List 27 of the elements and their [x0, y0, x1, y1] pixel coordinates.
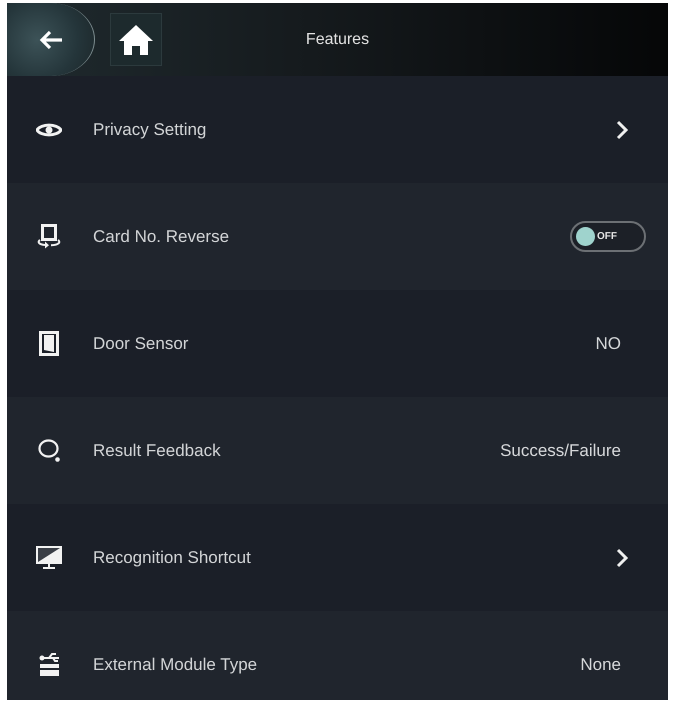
square-rotate-arrow-icon — [36, 224, 62, 249]
chevron-right-icon — [616, 548, 628, 568]
setting-label: Privacy Setting — [93, 120, 208, 140]
setting-label: Door Sensor — [93, 334, 190, 354]
toggle-knob-icon — [576, 227, 595, 246]
setting-label: Card No. Reverse — [93, 226, 230, 246]
usb-icon — [38, 652, 60, 677]
circle-dot-icon — [38, 439, 60, 462]
settings-row[interactable]: Card No. Reverse OFF — [7, 183, 668, 290]
back-button[interactable] — [7, 3, 95, 76]
chevron-right-icon — [616, 120, 628, 140]
home-icon — [118, 24, 154, 56]
page-title: Features — [306, 30, 370, 48]
toggle-switch[interactable]: OFF — [570, 221, 646, 252]
setting-value: Success/Failure — [500, 440, 621, 460]
settings-row[interactable]: External Module Type None — [7, 611, 668, 700]
monitor-icon — [36, 546, 62, 570]
setting-value: NO — [596, 334, 621, 354]
door-icon — [39, 331, 59, 356]
back-arrow-icon — [39, 30, 63, 50]
eye-icon — [36, 122, 62, 138]
home-button[interactable] — [110, 13, 162, 66]
setting-label: External Module Type — [93, 654, 258, 674]
setting-value: None — [580, 654, 621, 674]
settings-row[interactable]: Result Feedback Success/Failure — [7, 397, 668, 504]
setting-label: Recognition Shortcut — [93, 548, 252, 568]
setting-label: Result Feedback — [93, 440, 222, 460]
